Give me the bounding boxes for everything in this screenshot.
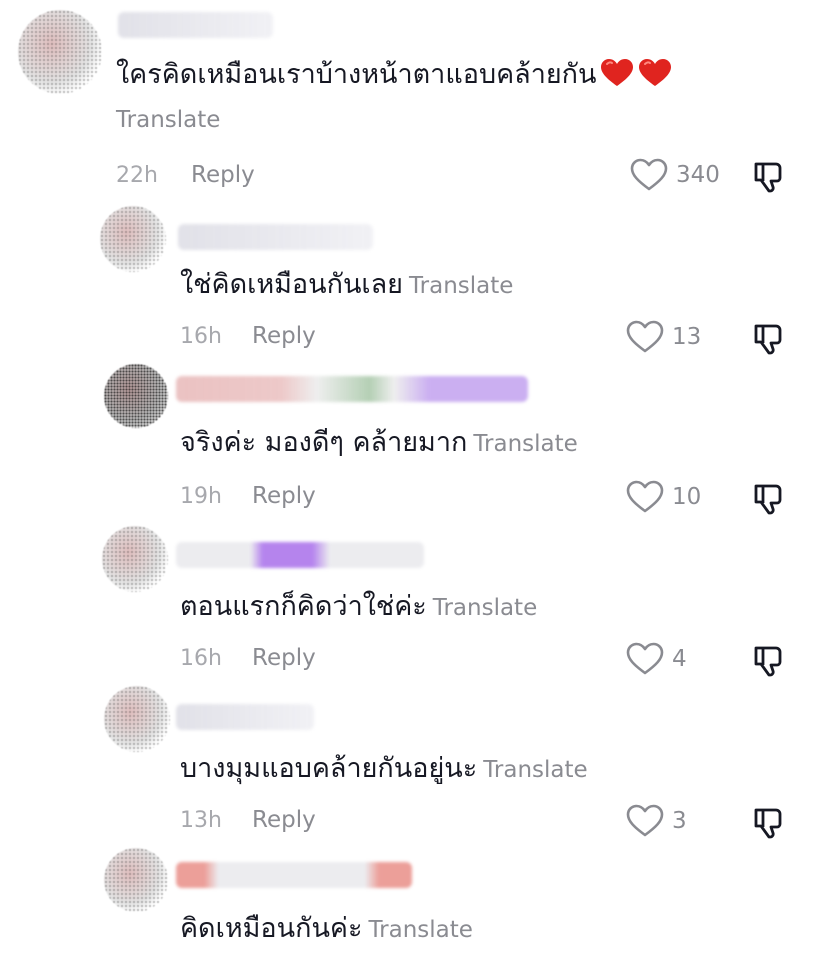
reply-item: ใช่คิดเหมือนกันเลย Translate 16h Reply 13 xyxy=(0,200,820,360)
reply-button[interactable]: Reply xyxy=(191,162,255,188)
like-button[interactable]: 10 xyxy=(626,480,701,514)
avatar[interactable] xyxy=(102,526,168,592)
reply-button[interactable]: Reply xyxy=(252,323,316,349)
username-blurred[interactable] xyxy=(176,542,424,568)
comment-item: ใครคิดเหมือนเราบ้างหน้าตาแอบคล้ายกัน Tra… xyxy=(0,0,820,200)
reply-button[interactable]: Reply xyxy=(252,645,316,671)
comment-text-content: ใครคิดเหมือนเราบ้างหน้าตาแอบคล้ายกัน xyxy=(116,59,597,90)
comment-text-content: ตอนแรกก็คิดว่าใช่ค่ะ xyxy=(180,591,427,622)
comment-text: ใครคิดเหมือนเราบ้างหน้าตาแอบคล้ายกัน xyxy=(116,58,672,92)
timestamp: 19h xyxy=(180,484,222,509)
red-heart-icon xyxy=(600,58,634,88)
comment-text: ตอนแรกก็คิดว่าใช่ค่ะ Translate xyxy=(180,590,537,625)
reply-button[interactable]: Reply xyxy=(252,807,316,833)
avatar[interactable] xyxy=(104,848,168,912)
reply-item: คิดเหมือนกันค่ะ Translate xyxy=(0,842,820,958)
comment-text: คิดเหมือนกันค่ะ Translate xyxy=(180,912,473,947)
comment-text: ใช่คิดเหมือนกันเลย Translate xyxy=(180,268,513,303)
translate-link[interactable]: Translate xyxy=(483,757,587,783)
translate-link[interactable]: Translate xyxy=(368,917,472,943)
translate-link[interactable]: Translate xyxy=(116,107,220,133)
like-button[interactable]: 3 xyxy=(626,804,687,838)
like-button[interactable]: 13 xyxy=(626,320,701,354)
heart-outline-icon xyxy=(626,804,664,838)
like-count: 4 xyxy=(672,646,687,672)
heart-outline-icon xyxy=(626,480,664,514)
avatar[interactable] xyxy=(100,206,166,272)
username-blurred[interactable] xyxy=(176,704,314,730)
like-count: 10 xyxy=(672,484,702,510)
reply-item: ตอนแรกก็คิดว่าใช่ค่ะ Translate 16h Reply … xyxy=(0,520,820,682)
comment-text-content: คิดเหมือนกันค่ะ xyxy=(180,913,363,944)
comment-text: บางมุมแอบคล้ายกันอยู่นะ Translate xyxy=(180,752,588,787)
username-blurred[interactable] xyxy=(118,12,273,38)
reply-item: บางมุมแอบคล้ายกันอยู่นะ Translate 13h Rep… xyxy=(0,682,820,842)
heart-outline-icon xyxy=(626,642,664,676)
timestamp: 16h xyxy=(180,646,222,671)
avatar[interactable] xyxy=(104,364,168,428)
heart-outline-icon xyxy=(630,158,668,192)
like-button[interactable]: 4 xyxy=(626,642,687,676)
translate-link[interactable]: Translate xyxy=(473,431,577,457)
comment-text-content: จริงค่ะ มองดีๆ คล้ายมาก xyxy=(180,427,468,458)
username-blurred[interactable] xyxy=(176,376,528,402)
reply-item: จริงค่ะ มองดีๆ คล้ายมาก Translate 19h Rep… xyxy=(0,360,820,520)
thumbs-down-icon[interactable] xyxy=(752,320,788,356)
translate-link[interactable]: Translate xyxy=(409,273,513,299)
timestamp: 16h xyxy=(180,324,222,349)
avatar[interactable] xyxy=(18,10,102,94)
avatar[interactable] xyxy=(104,686,170,752)
timestamp: 13h xyxy=(180,808,222,833)
thumbs-down-icon[interactable] xyxy=(752,158,788,194)
thumbs-down-icon[interactable] xyxy=(752,480,788,516)
reply-button[interactable]: Reply xyxy=(252,483,316,509)
comment-text: จริงค่ะ มองดีๆ คล้ายมาก Translate xyxy=(180,426,578,461)
like-button[interactable]: 340 xyxy=(630,158,720,192)
red-heart-icon xyxy=(638,58,672,88)
like-count: 3 xyxy=(672,808,687,834)
username-blurred[interactable] xyxy=(178,224,373,250)
comment-text-content: บางมุมแอบคล้ายกันอยู่นะ xyxy=(180,753,478,784)
username-blurred[interactable] xyxy=(176,862,412,888)
thumbs-down-icon[interactable] xyxy=(752,642,788,678)
translate-link[interactable]: Translate xyxy=(433,595,537,621)
timestamp: 22h xyxy=(116,163,158,188)
thumbs-down-icon[interactable] xyxy=(752,804,788,840)
comment-text-content: ใช่คิดเหมือนกันเลย xyxy=(180,269,404,300)
like-count: 13 xyxy=(672,324,702,350)
heart-outline-icon xyxy=(626,320,664,354)
like-count: 340 xyxy=(676,162,720,188)
